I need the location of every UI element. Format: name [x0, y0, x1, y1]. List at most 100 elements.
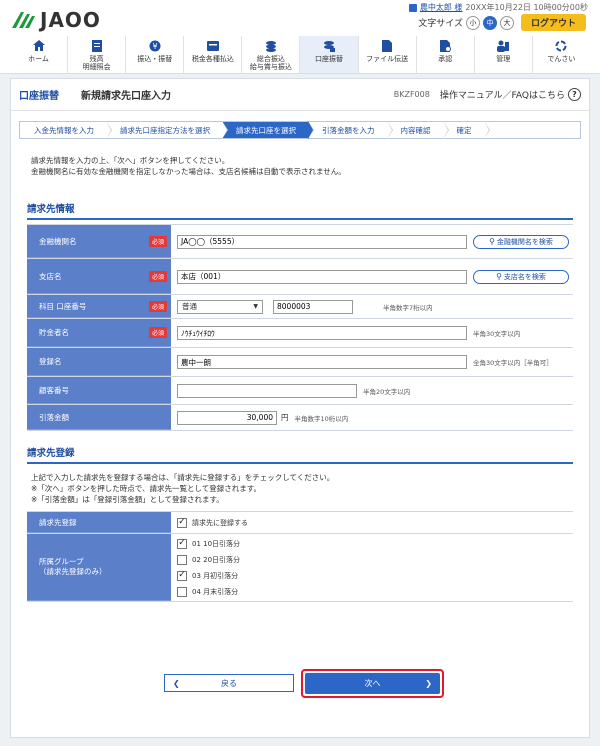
group-option-03[interactable]: ✓ 03 月初引落分	[177, 570, 238, 581]
nav-label: 管理	[496, 55, 511, 63]
chevron-right-icon: ❯	[425, 679, 432, 688]
ja-logo[interactable]: JAOO	[10, 8, 101, 32]
nav-label: 残高 明細照会	[82, 55, 111, 71]
search-icon: ⚲	[489, 237, 495, 246]
nav-debit[interactable]: 口座振替	[299, 36, 358, 73]
login-time: 20XX年10月22日 10時00分00秒	[465, 3, 588, 12]
instruction-line: 請求先情報を入力の上、「次へ」ボタンを押してください。	[31, 156, 230, 165]
action-buttons: ❮ 戻る 次へ ❯	[11, 669, 589, 699]
nav-approval[interactable]: 承認	[415, 36, 474, 73]
customer-number-label: 顧客番号	[27, 377, 171, 404]
holder-label: 貯金者名 必須	[27, 319, 171, 347]
registration-name-input[interactable]: 農中一朗	[177, 355, 467, 369]
group-option-04[interactable]: 04 月末引落分	[177, 586, 238, 597]
font-size-small-button[interactable]: 小	[465, 15, 480, 30]
file-icon	[380, 39, 394, 52]
chevron-down-icon: ▼	[253, 303, 258, 310]
nav-home[interactable]: ホーム	[10, 36, 67, 73]
register-checkbox[interactable]: ✓	[177, 517, 187, 528]
row-account: 科目 口座番号 必須 普通 ▼ 8000003 半角数字7桁以内	[27, 295, 573, 319]
electronic-icon	[554, 39, 568, 52]
user-icon	[408, 3, 417, 12]
approval-icon	[438, 39, 452, 52]
page-title: 新規請求先口座入力	[81, 91, 171, 102]
nav-label: 税金各種払込	[191, 55, 234, 63]
user-name[interactable]: 農中太郎 様	[420, 2, 463, 13]
nav-bulk-transfer[interactable]: 総合振込 給与賞与振込	[241, 36, 299, 73]
nav-label: ファイル伝送	[366, 55, 409, 63]
nav-transfer[interactable]: ¥ 振込・振替	[125, 36, 183, 73]
search-icon: ⚲	[496, 272, 502, 281]
chevron-left-icon: ❮	[173, 678, 180, 688]
row-register: 請求先登録 ✓ 請求先に登録する	[27, 512, 573, 534]
customer-number-input[interactable]	[177, 383, 357, 398]
account-label: 科目 口座番号 必須	[27, 295, 171, 318]
amount-unit: 円	[281, 413, 289, 422]
group-option-02[interactable]: 02 20日引落分	[177, 554, 240, 565]
row-group: 所属グループ （請求先登録のみ） ✓ 01 10日引落分 02 20日引落分 ✓…	[27, 534, 573, 602]
account-type-select[interactable]: 普通 ▼	[177, 299, 263, 314]
row-amount: 引落金額 30,000 円 半角数字10桁以内	[27, 405, 573, 431]
nav-file[interactable]: ファイル伝送	[357, 36, 416, 73]
instruction-line: ※「引落金額」は「登録引落金額」として登録されます。	[31, 495, 224, 504]
billing-info-form: 金融機関名 必須 JA◯◯（5555） ⚲ 金融機関名を検索 支店名 必須 本店（0…	[27, 224, 573, 431]
amount-input[interactable]: 30,000	[177, 410, 277, 425]
group-checkbox-04[interactable]	[177, 586, 187, 597]
instructions: 請求先情報を入力の上、「次へ」ボタンを押してください。 金融機関名に有効な金融機…	[31, 155, 589, 177]
nav-electronic[interactable]: でんさい	[531, 36, 590, 73]
row-branch: 支店名 必須 本店（001） ⚲ 支店名を検索	[27, 259, 573, 295]
row-holder: 貯金者名 必須 ﾉｳﾁｭｳｲﾁﾛｳ 半角30文字以内	[27, 319, 573, 348]
step-4: 引落金額を入力	[308, 121, 392, 139]
nav-payment[interactable]: 税金各種払込	[183, 36, 241, 73]
font-size-label: 文字サイズ	[418, 19, 463, 29]
bank-search-button[interactable]: ⚲ 金融機関名を検索	[473, 234, 569, 249]
bank-name-input[interactable]: JA◯◯（5555）	[177, 234, 467, 249]
payment-icon	[206, 39, 220, 52]
nav-balance[interactable]: 残高 明細照会	[67, 36, 125, 73]
row-customer: 顧客番号 半角20文字以内	[27, 377, 573, 405]
nav-label: ホーム	[28, 55, 49, 63]
holder-hint: 半角30文字以内	[473, 330, 521, 338]
holder-name-input[interactable]: ﾉｳﾁｭｳｲﾁﾛｳ	[177, 326, 467, 340]
next-button-highlight: 次へ ❯	[301, 669, 444, 698]
group-checkbox-01[interactable]: ✓	[177, 538, 187, 549]
section-title-registration: 請求先登録	[27, 445, 573, 464]
required-badge: 必須	[148, 300, 167, 312]
help-link[interactable]: 操作マニュアル／FAQはこちら ?	[440, 88, 581, 101]
account-number-input[interactable]: 8000003	[273, 299, 353, 314]
register-checkbox-row[interactable]: ✓ 請求先に登録する	[177, 517, 248, 528]
nav-label: 承認	[438, 55, 453, 63]
step-indicator: 入金先情報を入力 請求先口座指定方法を選択 請求先口座を選択 引落金額を入力 内…	[19, 121, 581, 139]
admin-icon	[496, 39, 510, 52]
step-2: 請求先口座指定方法を選択	[106, 121, 228, 139]
header: JAOO 農中太郎 様 20XX年10月22日 10時00分00秒 文字サイズ …	[0, 0, 600, 36]
bulk-transfer-icon	[264, 39, 278, 52]
instruction-line: 金融機関名に有効な金融機関を指定しなかった場合は、支店名候補は自動で表示されませ…	[31, 167, 346, 176]
group-checkbox-02[interactable]	[177, 554, 187, 565]
group-checkbox-03[interactable]: ✓	[177, 570, 187, 581]
customer-hint: 半角20文字以内	[363, 387, 411, 396]
next-button[interactable]: 次へ ❯	[305, 673, 440, 694]
logo-text: JAOO	[40, 8, 101, 32]
row-registration: 登録名 農中一朗 全角30文字以内［半角可］	[27, 348, 573, 377]
branch-search-button[interactable]: ⚲ 支店名を検索	[473, 269, 569, 284]
logout-button[interactable]: ログアウト	[520, 14, 586, 31]
registration-hint: 全角30文字以内［半角可］	[473, 359, 553, 367]
font-size-medium-button[interactable]: 中	[482, 15, 497, 30]
instruction-line: ※「次へ」ボタンを押した時点で、請求先一覧として登録されます。	[31, 484, 262, 493]
main-panel: 口座振替 新規請求先口座入力 BKZF008 操作マニュアル／FAQはこちら ?…	[10, 78, 590, 738]
back-button[interactable]: ❮ 戻る	[164, 674, 294, 692]
transfer-icon: ¥	[148, 39, 162, 52]
required-badge: 必須	[148, 327, 167, 338]
balance-icon	[90, 39, 104, 52]
nav-admin[interactable]: 管理	[473, 36, 532, 73]
group-option-01[interactable]: ✓ 01 10日引落分	[177, 538, 240, 549]
font-size-control: 文字サイズ 小 中 大 ログアウト	[418, 14, 586, 31]
row-bank: 金融機関名 必須 JA◯◯（5555） ⚲ 金融機関名を検索	[27, 225, 573, 259]
step-3-current: 請求先口座を選択	[222, 121, 314, 139]
registration-label: 登録名	[27, 348, 171, 376]
font-size-large-button[interactable]: 大	[499, 15, 514, 30]
branch-name-input[interactable]: 本店（001）	[177, 269, 467, 284]
nav-label: 振込・振替	[137, 55, 173, 63]
page-header: 口座振替 新規請求先口座入力 BKZF008 操作マニュアル／FAQはこちら ?	[11, 79, 589, 111]
